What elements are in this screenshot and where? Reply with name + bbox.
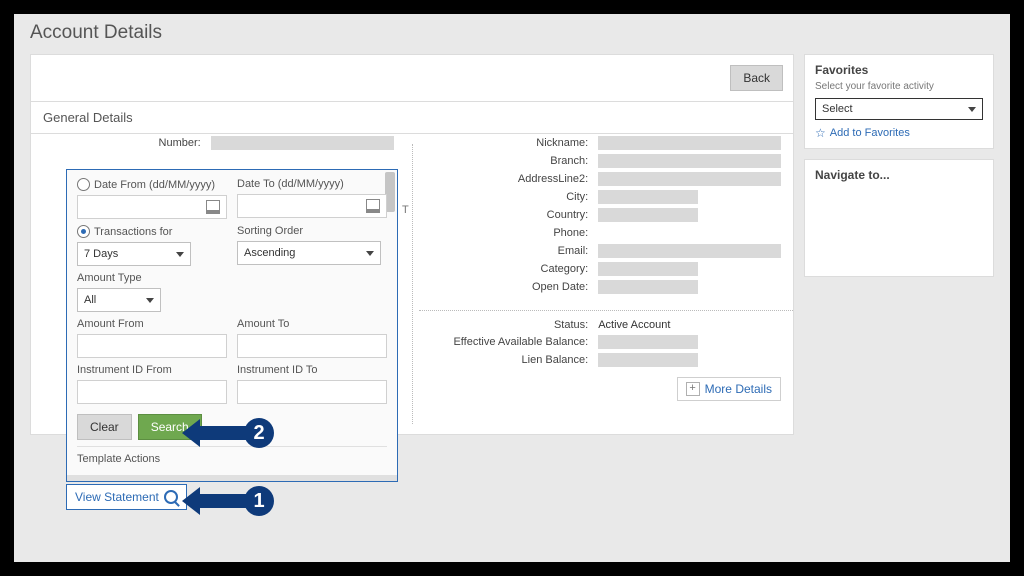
branch-label: Branch: <box>431 155 589 167</box>
view-statement-label: View Statement <box>75 490 159 504</box>
nickname-value <box>598 136 781 150</box>
opendate-value <box>598 280 698 294</box>
amount-to-input[interactable] <box>237 334 387 358</box>
email-value <box>598 244 781 258</box>
view-statement-tab[interactable]: View Statement <box>66 484 187 510</box>
callout-badge-1: 1 <box>244 486 274 516</box>
favorites-subtitle: Select your favorite activity <box>815 81 983 92</box>
navigate-title: Navigate to... <box>815 168 983 182</box>
amount-type-value: All <box>84 294 96 306</box>
chevron-down-icon <box>366 251 374 256</box>
date-from-label: Date From (dd/MM/yyyy) <box>94 179 215 191</box>
favorites-title: Favorites <box>815 63 983 77</box>
amount-from-input[interactable] <box>77 334 227 358</box>
add-to-favorites-label: Add to Favorites <box>830 127 910 139</box>
lien-value <box>598 353 698 367</box>
category-label: Category: <box>431 263 589 275</box>
country-value <box>598 208 698 222</box>
sorting-order-select[interactable]: Ascending <box>237 241 381 265</box>
template-actions-header: Template Actions <box>77 446 387 469</box>
instrument-from-label: Instrument ID From <box>77 364 227 376</box>
date-from-input[interactable] <box>77 195 227 219</box>
opendate-label: Open Date: <box>431 281 589 293</box>
eab-label: Effective Available Balance: <box>431 336 589 348</box>
more-details-label: More Details <box>705 382 772 396</box>
chevron-down-icon <box>146 298 154 303</box>
eab-value <box>598 335 698 349</box>
instrument-to-input[interactable] <box>237 380 387 404</box>
panel-footer-strip <box>67 475 397 481</box>
add-to-favorites-link[interactable]: ☆ Add to Favorites <box>815 126 983 140</box>
favorites-panel: Favorites Select your favorite activity … <box>804 54 994 149</box>
plus-icon: + <box>686 382 700 396</box>
callout-badge-2: 2 <box>244 418 274 448</box>
favorites-select-value: Select <box>822 103 853 115</box>
callout-2: 2 <box>200 418 274 448</box>
country-label: Country: <box>431 209 589 221</box>
addressline2-label: AddressLine2: <box>431 173 589 185</box>
page-title: Account Details <box>14 14 1010 54</box>
number-label: Number: <box>43 137 201 149</box>
transactions-for-label: Transactions for <box>94 226 172 238</box>
clear-button[interactable]: Clear <box>77 414 132 440</box>
email-label: Email: <box>431 245 589 257</box>
arrow-left-icon <box>200 426 246 440</box>
vertical-divider <box>412 144 413 424</box>
general-details-header: General Details <box>31 101 793 133</box>
sorting-order-label: Sorting Order <box>237 225 387 237</box>
transactions-for-value: 7 Days <box>84 248 118 260</box>
amount-from-label: Amount From <box>77 318 227 330</box>
instrument-to-label: Instrument ID To <box>237 364 387 376</box>
transactions-for-option[interactable]: Transactions for <box>77 225 227 238</box>
lien-label: Lien Balance: <box>431 354 589 366</box>
navigate-panel: Navigate to... <box>804 159 994 277</box>
phone-label: Phone: <box>431 227 589 239</box>
favorites-select[interactable]: Select <box>815 98 983 120</box>
instrument-from-input[interactable] <box>77 380 227 404</box>
chevron-down-icon <box>176 252 184 257</box>
status-value: Active Account <box>598 319 781 331</box>
nickname-label: Nickname: <box>431 137 589 149</box>
amount-to-label: Amount To <box>237 318 387 330</box>
amount-type-select[interactable]: All <box>77 288 161 312</box>
number-value <box>211 136 394 150</box>
sorting-order-value: Ascending <box>244 247 295 259</box>
back-button[interactable]: Back <box>730 65 783 91</box>
transactions-for-select[interactable]: 7 Days <box>77 242 191 266</box>
star-icon: ☆ <box>815 126 826 140</box>
date-to-input[interactable] <box>237 194 387 218</box>
obscured-text: T <box>402 204 409 216</box>
date-from-radio[interactable] <box>77 178 90 191</box>
branch-value <box>598 154 781 168</box>
city-value <box>598 190 698 204</box>
arrow-left-icon <box>200 494 246 508</box>
status-label: Status: <box>431 319 589 331</box>
search-icon <box>164 490 178 504</box>
date-to-label: Date To (dd/MM/yyyy) <box>237 178 387 190</box>
transactions-for-radio[interactable] <box>77 225 90 238</box>
category-value <box>598 262 698 276</box>
date-from-option[interactable]: Date From (dd/MM/yyyy) <box>77 178 227 191</box>
amount-type-label: Amount Type <box>77 272 227 284</box>
city-label: City: <box>431 191 589 203</box>
more-details-button[interactable]: + More Details <box>677 377 781 401</box>
chevron-down-icon <box>968 107 976 112</box>
callout-1: 1 <box>200 486 274 516</box>
addressline2-value <box>598 172 781 186</box>
